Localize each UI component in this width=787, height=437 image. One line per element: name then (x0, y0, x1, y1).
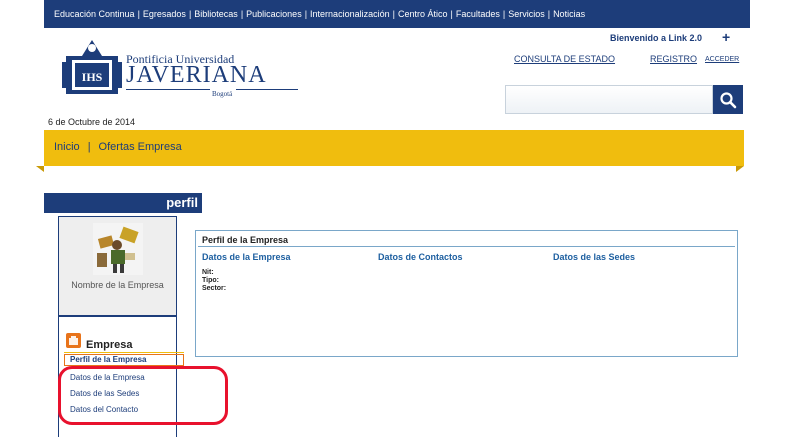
nav-separator: | (137, 9, 140, 19)
highlight-annotation (58, 366, 228, 425)
tab-datos-empresa[interactable]: Datos de la Empresa (202, 252, 291, 262)
current-date: 6 de Octubre de 2014 (48, 117, 136, 127)
breadcrumb-current[interactable]: Ofertas Empresa (99, 141, 182, 153)
breadcrumb-separator: | (87, 141, 91, 153)
top-nav-egresados[interactable]: Egresados (143, 9, 186, 19)
plus-icon[interactable]: + (722, 29, 730, 45)
nav-separator: | (304, 9, 308, 19)
breadcrumb: Inicio | Ofertas Empresa (44, 130, 744, 166)
top-nav-bar: Educación Continua | Egresados | Bibliotec… (44, 0, 750, 28)
nav-separator: | (240, 9, 244, 19)
logo-line2: JAVERIANA (126, 62, 267, 88)
crest-logo-icon: IHS (62, 40, 122, 94)
nav-separator: | (547, 9, 551, 19)
nav-separator: | (392, 9, 395, 19)
breadcrumb-fold (36, 166, 44, 172)
field-sector: Sector: (202, 285, 227, 292)
main-title: Perfil de la Empresa (202, 235, 289, 245)
top-nav-servicios[interactable]: Servicios (508, 9, 545, 19)
nav-separator: | (188, 9, 192, 19)
logo-rule (236, 89, 298, 90)
breadcrumb-fold (736, 166, 744, 172)
profile-image-icon (93, 223, 143, 275)
sidebar-divider (58, 316, 177, 317)
welcome-text: Bienvenido a Link 2.0 (610, 33, 703, 43)
perfil-tab: perfil (44, 193, 202, 213)
breadcrumb-home[interactable]: Inicio (54, 141, 80, 153)
section-rule (64, 352, 184, 353)
tab-datos-contactos[interactable]: Datos de Contactos (378, 252, 463, 262)
svg-text:IHS: IHS (82, 70, 103, 84)
section-title-empresa: Empresa (86, 339, 133, 351)
main-rule (198, 246, 735, 247)
search-button[interactable] (713, 85, 743, 114)
acceder-link[interactable]: ACCEDER (705, 56, 739, 63)
top-nav-educacion-continua[interactable]: Educación Continua (54, 9, 135, 19)
top-nav-publicaciones[interactable]: Publicaciones (246, 9, 302, 19)
profile-card: Nombre de la Empresa (58, 216, 177, 316)
sidebar-item-perfil-empresa[interactable]: Perfil de la Empresa (64, 354, 184, 366)
tab-datos-sedes[interactable]: Datos de las Sedes (553, 252, 635, 262)
top-nav-bibliotecas[interactable]: Bibliotecas (194, 9, 238, 19)
consulta-estado-link[interactable]: CONSULTA DE ESTADO (514, 54, 615, 64)
profile-name: Nombre de la Empresa (71, 280, 164, 290)
university-logo[interactable]: IHS Pontificia Universidad JAVERIANA Bog… (62, 38, 298, 98)
top-nav-centro-atico[interactable]: Centro Ático (398, 9, 448, 19)
search-input[interactable] (505, 85, 713, 114)
top-nav: Educación Continua | Egresados | Bibliotec… (44, 9, 585, 19)
main-panel (195, 230, 738, 357)
top-nav-noticias[interactable]: Noticias (553, 9, 585, 19)
search-icon (720, 91, 737, 108)
breadcrumb-row: Inicio | Ofertas Empresa (54, 141, 182, 153)
nav-separator: | (450, 9, 453, 19)
field-nit: Nit: (202, 269, 214, 276)
registro-link[interactable]: REGISTRO (650, 54, 697, 64)
top-nav-facultades[interactable]: Facultades (456, 9, 500, 19)
top-nav-internacionalizacion[interactable]: Internacionalización (310, 9, 390, 19)
logo-rule (126, 89, 210, 90)
company-icon (66, 333, 81, 348)
field-tipo: Tipo: (202, 277, 219, 284)
nav-separator: | (502, 9, 506, 19)
logo-line3: Bogotá (212, 90, 233, 98)
